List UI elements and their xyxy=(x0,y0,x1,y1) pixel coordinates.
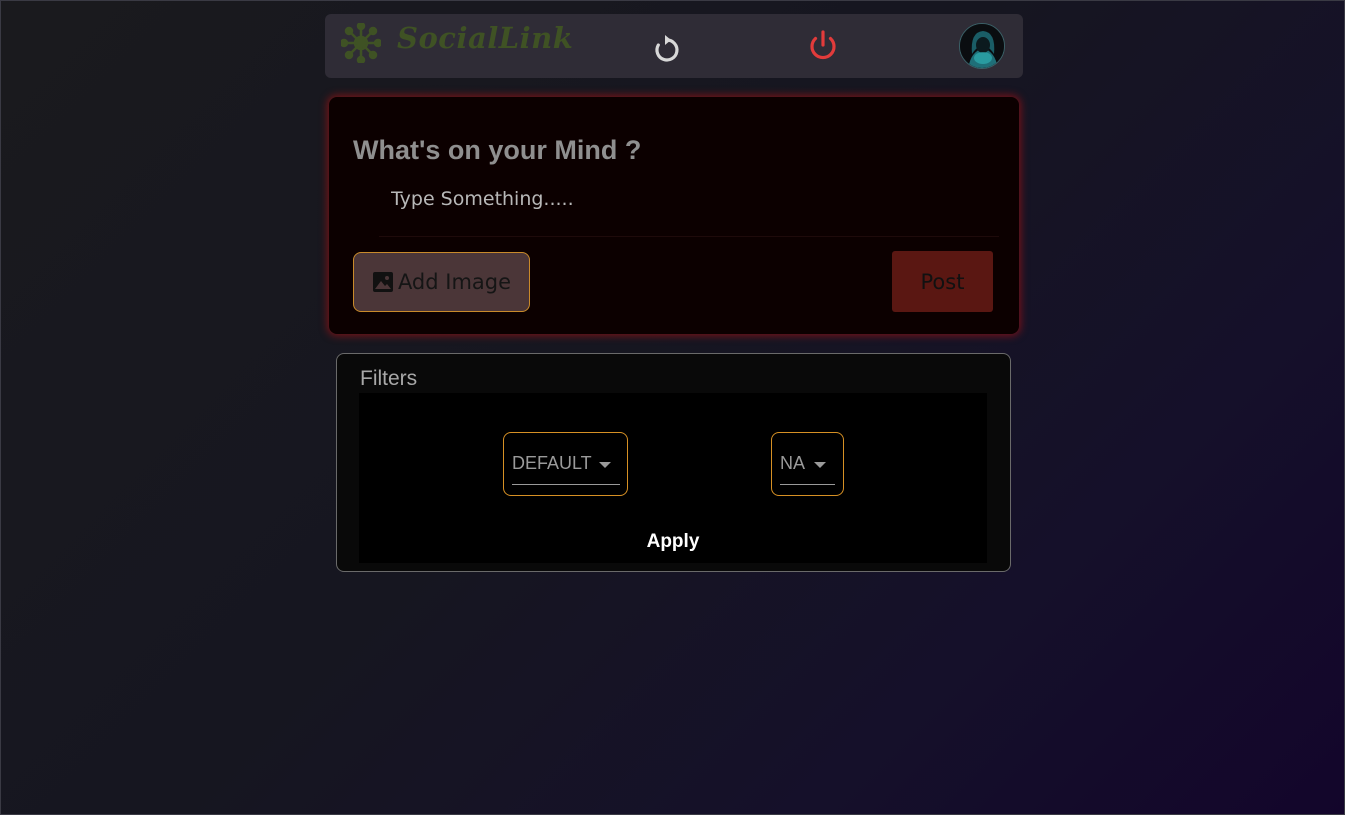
logout-button[interactable] xyxy=(806,29,840,63)
category-select[interactable]: NA xyxy=(771,432,844,496)
chevron-down-icon xyxy=(599,462,611,468)
apply-filters-button[interactable]: Apply xyxy=(623,528,723,556)
sort-select-value: DEFAULT xyxy=(512,453,592,473)
filters-title: Filters xyxy=(360,367,418,390)
add-image-label: Add Image xyxy=(397,270,512,294)
avatar[interactable] xyxy=(959,23,1005,69)
sort-select-underline xyxy=(512,484,620,485)
post-button[interactable]: Post xyxy=(892,251,993,312)
atom-network-icon xyxy=(339,21,383,65)
sort-select[interactable]: DEFAULT xyxy=(503,432,628,496)
hooded-user-avatar-icon xyxy=(960,24,1004,68)
add-image-button[interactable]: Add Image xyxy=(353,252,530,312)
refresh-icon xyxy=(655,35,679,62)
category-select-value: NA xyxy=(780,453,806,473)
category-select-underline xyxy=(780,484,835,485)
chevron-down-icon xyxy=(814,462,826,468)
image-icon xyxy=(372,272,393,292)
power-icon xyxy=(810,30,836,60)
post-prompt-heading: What's on your Mind ? xyxy=(353,135,642,165)
post-text-input[interactable] xyxy=(379,179,999,237)
refresh-button[interactable] xyxy=(651,34,683,66)
app-logo-text: SocialLink xyxy=(397,21,574,55)
